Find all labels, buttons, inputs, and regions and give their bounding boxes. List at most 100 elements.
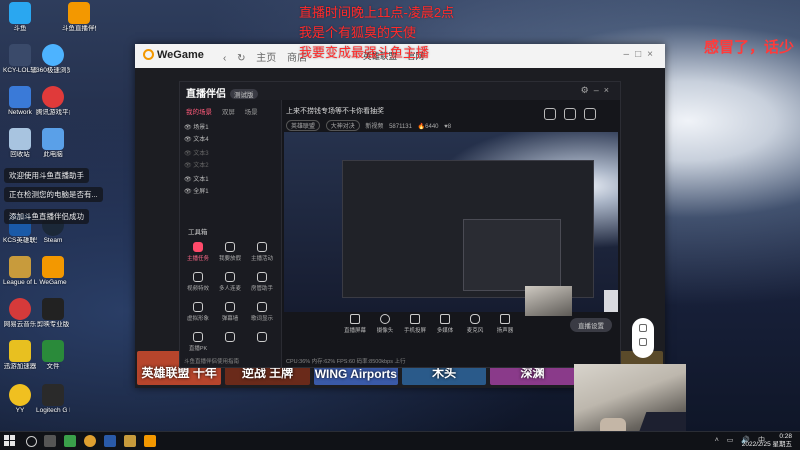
stream-title[interactable]: 上来不捞钱专场等不卡你看抽奖 — [286, 106, 384, 116]
desktop-icon[interactable]: League of Legends — [3, 256, 37, 286]
refresh-icon[interactable]: ↻ — [237, 53, 245, 64]
wegame-icon — [42, 256, 64, 278]
danmu-icon — [225, 302, 235, 312]
desktop-icon[interactable]: 360极速浏览器 — [36, 44, 70, 74]
tool-item[interactable]: 主播活动 — [246, 242, 278, 262]
scene-item[interactable]: 👁 文本3 — [184, 148, 209, 157]
tool-item[interactable]: 多人连麦 — [214, 272, 246, 292]
scene-item[interactable]: 👁 文本2 — [184, 160, 209, 169]
wegame-logo-icon — [143, 49, 154, 60]
tool-item[interactable]: 弹幕墙 — [214, 302, 246, 322]
douyu-helper-icon — [68, 2, 90, 24]
desktop-icon[interactable]: 剪映专业版 — [36, 298, 70, 328]
guide-link[interactable]: 斗鱼直播伴侣使用指南 — [184, 357, 239, 365]
stream-meta: 英雄联盟 大神对决 新视频 5871131 🔥6440 ♥8 — [286, 120, 451, 131]
desktop-icon[interactable]: Network — [3, 86, 37, 116]
tool-item[interactable]: 直播PK — [182, 332, 214, 352]
desktop-icon[interactable]: 网易云音乐 — [3, 298, 37, 328]
user-icon — [225, 242, 235, 252]
maximize-icon[interactable]: □ — [635, 49, 647, 60]
settings-icon[interactable]: ⚙ — [581, 85, 594, 95]
stream-helper-window[interactable]: 直播伴侣 测试版 ⚙–× 我的场景 双屏 场景 👁 场景1 👁 文本4 👁 文本3… — [179, 81, 621, 368]
comment-icon[interactable] — [544, 108, 556, 120]
desktop-icon[interactable]: YY — [3, 384, 37, 414]
chrome-icon[interactable] — [84, 435, 96, 447]
source-controls: 直播屏幕 摄像头 手机投屏 多媒体 麦克风 扬声器 — [282, 314, 620, 344]
screen-capture-button[interactable]: 直播屏幕 — [342, 314, 368, 334]
admin-icon — [257, 272, 267, 282]
tool-item[interactable] — [214, 332, 246, 344]
tool-item[interactable]: 视频特效 — [182, 272, 214, 292]
desktop-icon[interactable]: 此电脑 — [36, 128, 70, 158]
network-icon — [9, 86, 31, 108]
tool-item[interactable]: 虚拟形象 — [182, 302, 214, 322]
stream-preview[interactable] — [284, 132, 618, 312]
tool-item[interactable]: 房管助手 — [246, 272, 278, 292]
tool-item[interactable]: 我要放假 — [214, 242, 246, 262]
nav-home[interactable]: 主页 — [256, 53, 276, 64]
overlay-status: 感冒了，话少 — [703, 39, 794, 56]
phone-cast-button[interactable]: 手机投屏 — [402, 314, 428, 334]
task-view-icon[interactable] — [44, 435, 56, 447]
app-icon[interactable] — [64, 435, 76, 447]
browser-icon — [42, 44, 64, 66]
tab-my-scenes[interactable]: 我的场景 — [186, 109, 212, 116]
clock[interactable]: 0:28 2022/2/25 星期五 — [742, 433, 792, 449]
effect-icon — [193, 272, 203, 282]
gift-icon[interactable] — [584, 108, 596, 120]
toolbox-title: 工具箱 — [188, 229, 208, 236]
desktop-icon[interactable]: WeGame — [36, 256, 70, 286]
desktop-icon[interactable]: Logitech G HUB — [36, 384, 70, 414]
floating-toolbar[interactable] — [632, 318, 654, 358]
scene-item[interactable]: 👁 场景1 — [184, 122, 209, 131]
tab-dual[interactable]: 双屏 — [222, 109, 235, 116]
tool-icon — [257, 332, 267, 342]
scene-item[interactable]: 👁 文本4 — [184, 134, 209, 143]
pk-icon — [193, 332, 203, 342]
stream-helper-logo: 直播伴侣 测试版 — [186, 85, 258, 100]
tab-scene[interactable]: 场景 — [245, 109, 258, 116]
camera-button[interactable]: 摄像头 — [372, 314, 398, 334]
stream-main: 上来不捞钱专场等不卡你看抽奖 英雄联盟 大神对决 新视频 5871131 🔥64… — [282, 100, 620, 367]
back-icon[interactable]: ‹ — [223, 53, 226, 64]
share-icon[interactable] — [564, 108, 576, 120]
tool-item[interactable]: 主播任务 — [182, 242, 214, 262]
speaker-button[interactable]: 扬声器 — [492, 314, 518, 334]
desktop-icon[interactable]: 斗鱼直播伴侣 — [62, 2, 96, 32]
performance-status: CPU:36% 内存:62% FPS:60 码率:8500kbps 上行 — [286, 359, 406, 365]
tool-item[interactable]: 歌词显示 — [246, 302, 278, 322]
lol-icon[interactable] — [124, 435, 136, 447]
minimize-icon[interactable]: – — [594, 85, 604, 95]
media-button[interactable]: 多媒体 — [432, 314, 458, 334]
window-controls: –□× — [624, 49, 659, 60]
search-icon[interactable] — [26, 436, 37, 447]
monitor-icon — [350, 314, 360, 324]
speaker-icon — [500, 314, 510, 324]
close-icon[interactable]: × — [647, 49, 659, 60]
notification[interactable]: 添加斗鱼直播伴侣成功 — [4, 209, 89, 224]
start-stream-button[interactable]: 直播设置 — [570, 318, 612, 332]
tool-item[interactable] — [246, 332, 278, 344]
scene-item[interactable]: 👁 文本1 — [184, 174, 209, 183]
notification[interactable]: 正在检测您的电脑是否有... — [4, 187, 103, 202]
overlay-schedule: 直播时间晚上11点-凌晨2点 — [299, 5, 455, 20]
desktop-icon[interactable]: 回收站 — [3, 128, 37, 158]
douyu-helper-icon[interactable] — [144, 435, 156, 447]
overlay-line3: 我要变成最强斗鱼主播 — [299, 45, 430, 60]
desktop-icon[interactable]: 迅游加速器 — [3, 340, 37, 370]
close-icon[interactable]: × — [604, 85, 614, 95]
scene-item[interactable]: 👁 全屏1 — [184, 186, 209, 195]
mic-button[interactable]: 麦克风 — [462, 314, 488, 334]
desktop-icon[interactable]: 腾讯游戏平台 — [36, 86, 70, 116]
app-icon[interactable] — [104, 435, 116, 447]
windows-start-icon[interactable] — [4, 435, 15, 446]
kcy-icon — [9, 44, 31, 66]
desktop-icon[interactable]: 斗鱼 — [3, 2, 37, 32]
phone-icon — [410, 314, 420, 324]
gift-icon[interactable] — [639, 338, 647, 346]
desktop-icon[interactable]: KCY-LOL辅助专用版 — [3, 44, 37, 74]
cart-icon[interactable] — [639, 324, 647, 332]
minimize-icon[interactable]: – — [624, 49, 636, 60]
notification[interactable]: 欢迎使用斗鱼直播助手 — [4, 168, 89, 183]
desktop-icon[interactable]: 文件 — [36, 340, 70, 370]
